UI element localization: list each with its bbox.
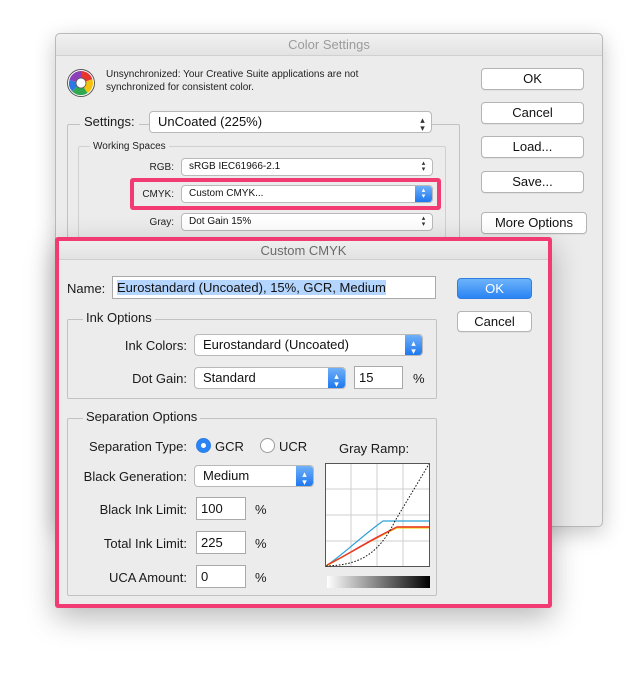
black-ink-limit-field[interactable]: 100 [196, 497, 246, 520]
name-field[interactable]: Eurostandard (Uncoated), 15%, GCR, Mediu… [112, 276, 436, 299]
custom-cmyk-dialog: Custom CMYK Name: Eurostandard (Uncoated… [55, 237, 552, 608]
dot-gain-value: Standard [203, 370, 256, 385]
gcr-label: GCR [215, 439, 244, 454]
ink-options-label: Ink Options [83, 310, 155, 325]
working-spaces-label: Working Spaces [90, 141, 169, 152]
uca-amount-percent-sign: % [255, 570, 267, 585]
unsync-warning: Unsynchronized: Your Creative Suite appl… [106, 69, 359, 93]
settings-select[interactable]: UnCoated (225%) ▴ ▾ [149, 111, 432, 133]
load-button[interactable]: Load... [481, 136, 584, 158]
black-generation-label: Black Generation: [83, 469, 187, 484]
popup-arrows-icon: ▴ ▾ [420, 115, 425, 133]
custom-cmyk-title: Custom CMYK [59, 241, 548, 260]
popup-arrows-icon: ▴ ▾ [296, 466, 313, 486]
rgb-value: sRGB IEC61966-2.1 [189, 161, 281, 172]
settings-label: Settings: [80, 114, 139, 129]
separation-type-label: Separation Type: [88, 439, 187, 454]
color-settings-title: Color Settings [56, 34, 602, 56]
popup-arrows-icon: ▴ ▾ [405, 335, 422, 355]
ucr-label: UCR [279, 439, 308, 454]
gray-ramp-gradient [327, 576, 430, 588]
ok-button[interactable]: OK [457, 278, 532, 299]
rgb-label: RGB: [149, 162, 174, 173]
total-ink-limit-percent-sign: % [255, 536, 267, 551]
dot-gain-percent-sign: % [413, 371, 425, 386]
popup-arrows-icon: ▴ ▾ [328, 368, 345, 388]
ink-colors-select[interactable]: Eurostandard (Uncoated) ▴ ▾ [194, 334, 423, 356]
uca-amount-field[interactable]: 0 [196, 565, 246, 588]
ok-button[interactable]: OK [481, 68, 584, 90]
separation-options-label: Separation Options [83, 409, 201, 424]
cmyk-highlight-box [130, 178, 441, 210]
color-wheel-icon [67, 69, 95, 97]
more-options-button[interactable]: More Options [481, 212, 587, 234]
cancel-button[interactable]: Cancel [481, 102, 584, 124]
gray-ramp-graph [325, 463, 430, 567]
dot-gain-select[interactable]: Standard ▴ ▾ [194, 367, 346, 389]
black-ink-limit-label: Black Ink Limit: [99, 502, 187, 517]
name-label: Name: [67, 281, 106, 296]
total-ink-limit-field[interactable]: 225 [196, 531, 246, 554]
dot-gain-percent-field[interactable]: 15 [354, 366, 403, 389]
black-generation-select[interactable]: Medium ▴ ▾ [194, 465, 314, 487]
black-generation-value: Medium [203, 468, 250, 483]
popup-arrows-icon: ▴ ▾ [421, 160, 426, 173]
popup-arrows-icon: ▴ ▾ [421, 215, 426, 228]
ink-colors-label: Ink Colors: [124, 338, 187, 353]
uca-amount-label: UCA Amount: [108, 570, 187, 585]
gcr-radio[interactable] [196, 438, 211, 453]
settings-value: UnCoated (225%) [158, 114, 263, 129]
ink-colors-value: Eurostandard (Uncoated) [203, 337, 349, 352]
dot-gain-label: Dot Gain: [132, 371, 187, 386]
save-button[interactable]: Save... [481, 171, 584, 193]
ucr-radio[interactable] [260, 438, 275, 453]
black-ink-limit-percent-sign: % [255, 502, 267, 517]
cancel-button[interactable]: Cancel [457, 311, 532, 332]
gray-select[interactable]: Dot Gain 15% ▴ ▾ [181, 213, 433, 231]
name-value: Eurostandard (Uncoated), 15%, GCR, Mediu… [117, 280, 386, 295]
total-ink-limit-label: Total Ink Limit: [103, 536, 187, 551]
gray-value: Dot Gain 15% [189, 216, 252, 227]
gray-ramp-label: Gray Ramp: [339, 441, 410, 456]
rgb-select[interactable]: sRGB IEC61966-2.1 ▴ ▾ [181, 158, 433, 176]
gray-label: Gray: [149, 217, 174, 228]
